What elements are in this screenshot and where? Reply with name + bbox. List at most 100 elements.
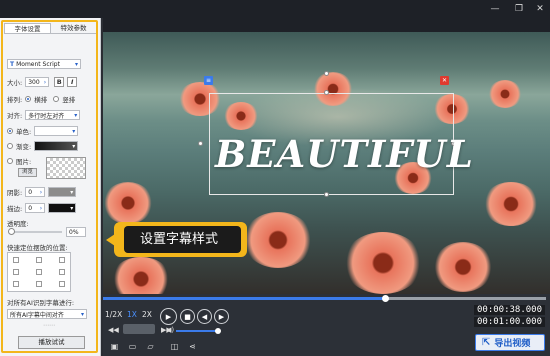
align-select[interactable]: 多行时左对齐 ▾ — [25, 110, 81, 120]
opacity-label: 透明度: — [7, 220, 29, 228]
rotate-handle[interactable] — [324, 71, 329, 76]
folder-icon[interactable]: ▱ — [146, 342, 155, 351]
gradient-label: 渐变: — [16, 143, 32, 151]
shadow-color-picker[interactable]: ▾ — [48, 187, 77, 197]
minimize-button[interactable]: — — [488, 2, 502, 16]
ai-subtitle-label: 对所有AI识别字幕进行: — [7, 299, 75, 307]
position-top-left[interactable] — [13, 257, 19, 263]
frame-thumbnail — [123, 324, 155, 334]
opacity-slider-knob[interactable] — [8, 228, 15, 235]
image-fill-preview — [46, 157, 86, 179]
chevron-down-icon: ▾ — [70, 204, 74, 212]
export-video-button[interactable]: ⇱ 导出视频 — [475, 334, 545, 351]
opacity-input[interactable]: 0% — [66, 227, 86, 237]
stroke-label: 描边: — [7, 205, 23, 213]
flower-image — [483, 182, 539, 226]
gradient-picker[interactable]: ▾ — [34, 141, 79, 151]
position-middle-right[interactable] — [59, 269, 65, 275]
shadow-input[interactable]: 0 › — [25, 187, 46, 197]
volume-icon[interactable]: ◀) — [166, 326, 174, 334]
opacity-slider-track[interactable] — [10, 231, 62, 233]
callout-label: 设置字幕样式 — [106, 222, 247, 257]
resize-handle-bottom[interactable] — [324, 192, 329, 197]
next-frame-button[interactable]: ▶ — [214, 309, 229, 324]
play-button[interactable]: ▶ — [160, 308, 177, 325]
shadow-label: 阴影: — [7, 189, 23, 197]
tab-font-settings[interactable]: 字体设置 — [4, 23, 51, 33]
stroke-color-picker[interactable]: ▾ — [48, 203, 77, 213]
export-frame-icon[interactable]: ◫ — [170, 342, 179, 351]
stroke-row: 描边: 0 › ▾ — [7, 203, 77, 213]
stroke-value: 0 — [28, 204, 33, 212]
resize-handle-top[interactable] — [324, 90, 329, 95]
timeline-progress[interactable] — [103, 297, 386, 300]
ai-subtitle-select[interactable]: 所有AI字幕中间对齐 ▾ — [7, 309, 87, 319]
title-bar — [0, 0, 550, 18]
horizontal-radio[interactable] — [25, 96, 32, 102]
gradient-radio[interactable] — [7, 143, 13, 149]
rewind-icon[interactable]: ◀◀ — [108, 326, 119, 334]
size-label: 大小: — [7, 79, 23, 87]
speed-half[interactable]: 1/2X — [105, 310, 122, 319]
position-bottom-left[interactable] — [13, 281, 19, 287]
image-fill-row: 图片: — [7, 156, 31, 166]
callout-text: 设置字幕样式 — [124, 226, 241, 253]
open-folder-icon[interactable]: ▭ — [128, 342, 137, 351]
previous-frame-button[interactable]: ◀ — [197, 309, 212, 324]
browse-button[interactable]: 浏览 — [18, 168, 37, 177]
font-icon: T — [10, 60, 15, 68]
solid-color-picker[interactable]: ▾ — [34, 126, 79, 136]
current-time: 00:00:38.000 — [474, 305, 546, 315]
chevron-right-icon: › — [39, 204, 43, 212]
font-select[interactable]: T Moment Script ▾ — [7, 59, 81, 69]
resize-handle-left[interactable] — [198, 141, 203, 146]
size-input[interactable]: 300 › — [25, 77, 50, 87]
gradient-row: 渐变: ▾ — [7, 141, 79, 151]
flower-image — [111, 257, 171, 294]
ai-subtitle-row: 对所有AI识别字幕进行: — [7, 297, 74, 307]
volume-slider-knob[interactable] — [215, 328, 221, 334]
chevron-down-icon: ▾ — [72, 142, 76, 150]
panel-resize-grip[interactable]: ⋯⋯ — [43, 323, 57, 329]
image-fill-label: 图片: — [16, 158, 32, 166]
solid-color-label: 单色: — [16, 128, 32, 136]
solid-color-radio[interactable] — [7, 128, 13, 134]
italic-button[interactable]: I — [67, 77, 78, 87]
image-fill-radio[interactable] — [7, 158, 13, 164]
stop-button[interactable]: ■ — [180, 309, 195, 324]
position-middle-left[interactable] — [13, 269, 19, 275]
flower-image — [103, 182, 153, 224]
stroke-input[interactable]: 0 › — [25, 203, 46, 213]
chevron-down-icon: ▾ — [74, 111, 78, 119]
tab-effect-params[interactable]: 特效参数 — [51, 23, 96, 33]
position-bottom-center[interactable] — [36, 281, 42, 287]
speed-2x[interactable]: 2X — [142, 310, 152, 319]
preview-play-button[interactable]: 播放试试 — [18, 336, 85, 349]
bold-button[interactable]: B — [54, 77, 65, 87]
position-center[interactable] — [36, 269, 42, 275]
speed-1x[interactable]: 1X — [127, 310, 137, 319]
timeline-knob[interactable] — [382, 295, 389, 302]
vertical-radio[interactable] — [53, 96, 60, 102]
position-bottom-right[interactable] — [59, 281, 65, 287]
position-top-center[interactable] — [36, 257, 42, 263]
panel-tabs: 字体设置 特效参数 — [4, 23, 96, 34]
share-icon[interactable]: ⋖ — [188, 342, 197, 351]
quick-position-label: 快速定位摆放的位置: — [7, 244, 68, 252]
delete-icon[interactable]: ✕ — [440, 76, 449, 85]
position-top-right[interactable] — [59, 257, 65, 263]
vertical-label: 竖排 — [62, 96, 76, 104]
export-video-label: 导出视频 — [494, 339, 531, 349]
save-icon[interactable]: ▣ — [110, 342, 119, 351]
restore-button[interactable]: ❐ — [512, 2, 526, 16]
chevron-down-icon: ▾ — [70, 188, 74, 196]
timeline-remaining[interactable] — [386, 297, 546, 300]
font-name: Moment Script — [16, 60, 60, 68]
font-row: T Moment Script ▾ — [7, 59, 81, 69]
close-button[interactable]: ✕ — [533, 2, 547, 16]
opacity-label-row: 透明度: — [7, 218, 29, 228]
menu-icon[interactable]: ≡ — [204, 76, 213, 85]
volume-slider-track[interactable] — [176, 330, 218, 332]
shadow-row: 阴影: 0 › ▾ — [7, 187, 77, 197]
chevron-right-icon: › — [43, 78, 47, 86]
